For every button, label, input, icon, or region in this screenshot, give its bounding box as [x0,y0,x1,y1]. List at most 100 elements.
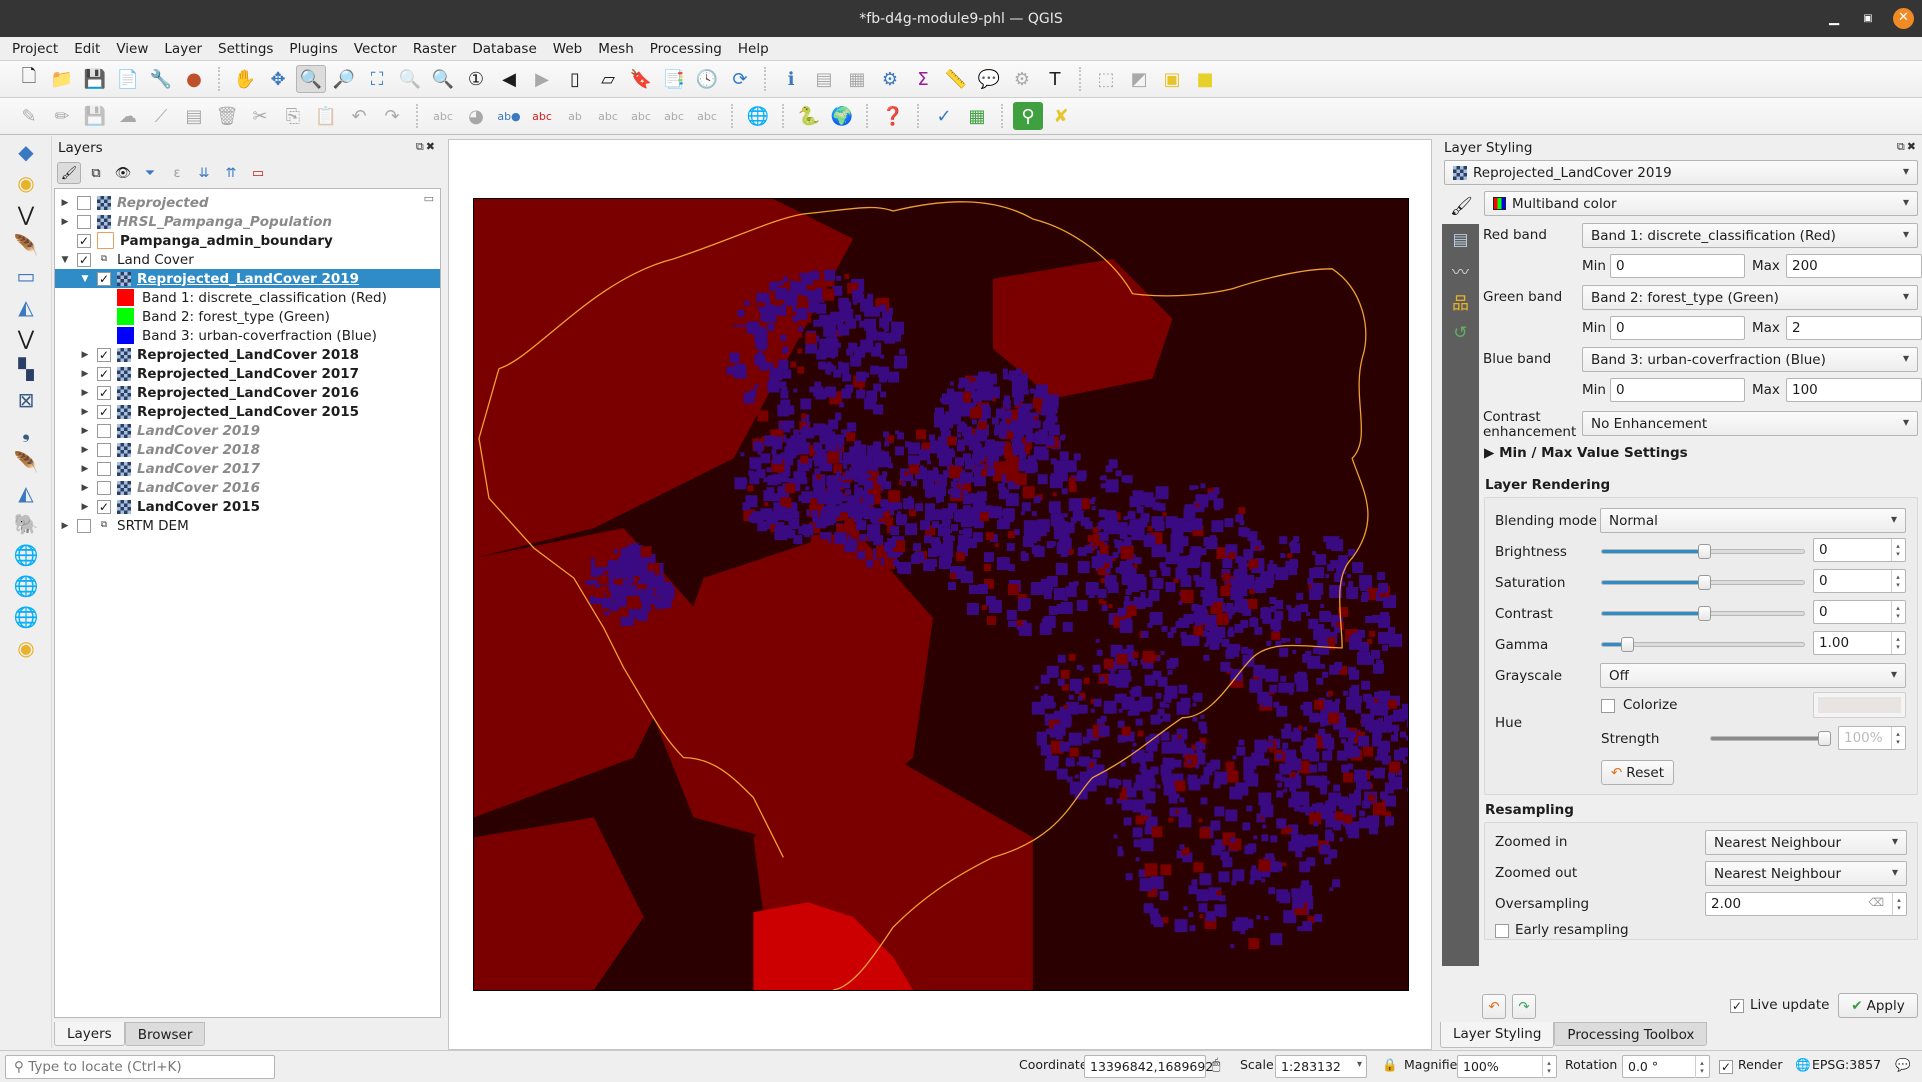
save-edits-icon[interactable]: 💾 [80,102,110,130]
collapse-all-icon[interactable]: ⇈ [219,162,243,184]
style-layer-icon[interactable]: 🖌 [57,162,81,184]
deselect-icon[interactable]: ▣ [1157,65,1187,93]
apply-button[interactable]: ✔ Apply [1838,993,1918,1018]
layer-tree-item[interactable]: ▶ ✓ Reprojected_LandCover 2017 [55,364,440,383]
add-group-icon[interactable]: ⧉ [84,162,108,184]
expand-arrow-icon[interactable]: ▶ [79,350,91,360]
current-edits-icon[interactable]: ✎ [14,102,44,130]
expand-arrow-icon[interactable]: ▶ [59,198,71,208]
colorize-checkbox[interactable] [1601,699,1615,713]
globe-icon[interactable]: 🌍 [827,102,857,130]
visibility-checkbox[interactable]: ✓ [97,499,111,514]
strength-slider[interactable] [1710,731,1831,746]
locator-search[interactable]: ⚲ Type to locate (Ctrl+K) [5,1055,275,1079]
select-by-expression-icon[interactable]: ◩ [1124,65,1154,93]
layer-tree-item[interactable]: ▶ ✓ LandCover 2015 [55,497,440,516]
red-max-input[interactable]: 200 [1786,254,1922,278]
layer-tree-item[interactable]: ▶ Reprojected [55,193,440,212]
symbology-tab-icon[interactable]: ▤ [1442,224,1479,255]
new-geopackage-icon[interactable]: ◉ [0,167,52,198]
highlight-labels-icon[interactable]: abc [527,102,557,130]
contrast-slider[interactable] [1601,606,1805,621]
menu-view[interactable]: View [108,41,156,57]
pyramids-tab-icon[interactable]: 品 [1442,286,1479,317]
zoom-native-icon[interactable]: ① [461,65,491,93]
new-virtual-layer-icon[interactable]: ◭ [0,291,52,322]
zoom-full-icon[interactable]: ⛶ [362,65,392,93]
visibility-checkbox[interactable]: ✓ [97,366,111,381]
undo-icon[interactable]: ↶ [344,102,374,130]
expand-arrow-icon[interactable]: ▶ [79,388,91,398]
toggle-editing-icon[interactable]: ✏ [47,102,77,130]
expand-arrow-icon[interactable]: ▶ [59,217,71,227]
layer-tree-item[interactable]: ▶ ⧉ SRTM DEM [55,516,440,535]
close-button[interactable]: ✕ [1893,8,1914,29]
history-tab-icon[interactable]: ↺ [1442,317,1479,348]
rotate-label-icon[interactable]: abc [659,102,689,130]
tab-layer-styling[interactable]: Layer Styling [1440,1022,1555,1048]
menu-database[interactable]: Database [464,41,544,57]
menu-web[interactable]: Web [545,41,590,57]
select-features-icon[interactable]: ⬚ [1091,65,1121,93]
add-wfs-icon[interactable]: 🌐 [0,570,52,601]
pin-labels-icon[interactable]: ab● [494,102,524,130]
visibility-checkbox[interactable] [77,518,91,533]
blending-mode-select[interactable]: Normal [1600,508,1906,533]
identify-icon[interactable]: ℹ [776,65,806,93]
add-wcs-icon[interactable]: 🌐 [0,601,52,632]
menu-mesh[interactable]: Mesh [590,41,642,57]
style-manager-icon[interactable]: ● [179,65,209,93]
strength-spinbox[interactable]: 100% [1838,726,1906,750]
magnifier-spinbox[interactable]: 100% [1457,1055,1557,1078]
legend-item[interactable]: Band 1: discrete_classification (Red) [55,288,440,307]
run-action-icon[interactable]: ⚙ [1007,65,1037,93]
maximize-button[interactable]: ▣ [1858,9,1878,29]
text-annotation-icon[interactable]: T [1040,65,1070,93]
collapse-arrow-icon[interactable]: ▼ [59,255,71,265]
early-resampling-checkbox[interactable] [1495,924,1509,938]
digitize-icon[interactable]: ☁ [113,102,143,130]
data-source-manager-icon[interactable]: ◆ [0,136,52,167]
histogram-tab-icon[interactable]: 〰 [1442,255,1479,286]
redo-style-button[interactable]: ↷ [1512,994,1536,1019]
add-delimited-text-icon[interactable]: ❟ [0,415,52,446]
clear-icon[interactable]: ⌫ [1868,896,1884,909]
layer-tree-item[interactable]: ▶ ✓ Reprojected_LandCover 2018 [55,345,440,364]
undo-style-button[interactable]: ↶ [1482,994,1506,1019]
topology-checker-icon[interactable]: ✓ [929,102,959,130]
measure-icon[interactable]: 📏 [941,65,971,93]
symbology-brush-icon[interactable]: 🖌 [1450,196,1473,217]
pan-to-selection-icon[interactable]: ✥ [263,65,293,93]
dock-buttons[interactable]: ⧉✖ [416,140,437,154]
new-bookmark-icon[interactable]: 🔖 [626,65,656,93]
contrast-handle[interactable] [1697,606,1711,621]
visibility-checkbox[interactable]: ✓ [97,404,111,419]
gamma-slider[interactable] [1601,637,1805,652]
new-spatialite-icon[interactable]: 🪶 [0,229,52,260]
minmax-section-toggle[interactable]: ▶ Min / Max Value Settings [1484,445,1688,461]
layer-select[interactable]: Reprojected_LandCover 2019 [1444,160,1918,185]
collapse-arrow-icon[interactable]: ▼ [79,274,91,284]
zoom-last-icon[interactable]: ◀ [494,65,524,93]
menu-processing[interactable]: Processing [642,41,730,57]
layer-tree-item[interactable]: ▶ LandCover 2017 [55,459,440,478]
change-label-icon[interactable]: abc [692,102,722,130]
layer-tree-item[interactable]: ▶ LandCover 2019 [55,421,440,440]
layer-tree-item[interactable]: ▶ LandCover 2018 [55,440,440,459]
green-min-input[interactable]: 0 [1610,316,1745,340]
saturation-slider[interactable] [1601,575,1805,590]
label-icon[interactable]: abc [428,102,458,130]
brightness-handle[interactable] [1697,544,1711,559]
show-bookmarks-icon[interactable]: 📑 [659,65,689,93]
move-label-2-icon[interactable]: abc [626,102,656,130]
expand-arrow-icon[interactable]: ▶ [79,369,91,379]
expand-all-icon[interactable]: ⇊ [192,162,216,184]
delete-selected-icon[interactable]: 🗑 [212,102,242,130]
pan-icon[interactable]: ✋ [230,65,260,93]
visibility-checkbox[interactable] [97,461,111,476]
visibility-checkbox[interactable]: ✓ [97,271,111,286]
add-xyz-icon[interactable]: ◉ [0,632,52,663]
open-project-icon[interactable]: 📁 [47,65,77,93]
green-max-input[interactable]: 2 [1786,316,1922,340]
contrast-enhancement-select[interactable]: No Enhancement [1582,411,1918,436]
